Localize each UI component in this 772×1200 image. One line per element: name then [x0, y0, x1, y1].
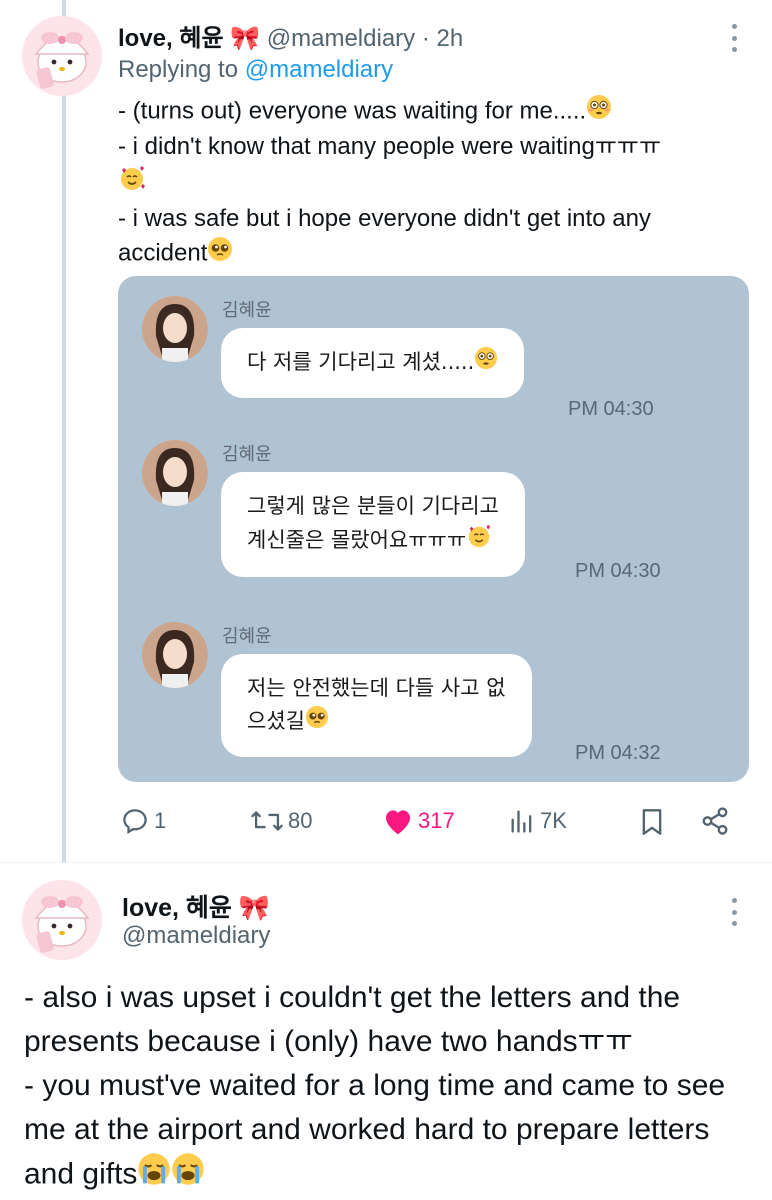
crying-emoji-icon	[171, 1152, 205, 1199]
smiling-hearts-emoji-icon	[118, 164, 146, 202]
tweet-line: - also i was upset i couldn't get the le…	[24, 981, 681, 1058]
heart-icon	[386, 810, 410, 835]
tweet-header: love, 혜윤 🎀 @mameldiary · 2h	[118, 18, 463, 53]
attached-chat-image[interactable]: 김혜윤 다 저를 기다리고 계셨..... PM 04:30 김혜윤 그렇게 많…	[118, 276, 749, 782]
share-icon	[702, 807, 728, 835]
chat-time: PM 04:30	[568, 398, 654, 420]
avatar[interactable]	[22, 880, 102, 960]
pleading-emoji-icon	[207, 236, 233, 272]
reply-count: 1	[154, 808, 167, 833]
tweet-divider	[0, 862, 772, 863]
chat-bubble: 저는 안전했는데 다들 사고 없으셨길	[221, 654, 532, 757]
chat-message-text: 저는 안전했는데 다들 사고 없	[247, 676, 506, 700]
chat-message-text: 그렇게 많은 분들이 기다리고	[247, 494, 499, 518]
tweet-text: - also i was upset i couldn't get the le…	[24, 976, 754, 1199]
handle[interactable]: @mameldiary	[267, 25, 415, 52]
chat-message-text: 계신줄은 몰랐어요ㅠㅠㅠ	[247, 528, 467, 552]
flushed-emoji-icon	[474, 346, 498, 380]
chat-time: PM 04:32	[575, 742, 661, 764]
my-melody-avatar-icon	[22, 16, 102, 96]
like-button[interactable]: 317	[382, 806, 455, 836]
handle[interactable]: @mameldiary	[122, 922, 270, 950]
smiling-hearts-emoji-icon	[466, 523, 492, 559]
chat-avatar	[142, 296, 208, 362]
share-button[interactable]	[700, 806, 730, 836]
views-button[interactable]: 7K	[508, 806, 567, 836]
chat-avatar	[142, 440, 208, 506]
flushed-emoji-icon	[586, 94, 612, 130]
tweet-line: - i was safe but i hope everyone didn't …	[118, 205, 651, 267]
bookmark-button[interactable]	[638, 806, 666, 838]
reply-button[interactable]: 1	[120, 806, 166, 836]
retweet-icon	[251, 811, 283, 831]
bookmark-icon	[642, 809, 662, 835]
retweet-button[interactable]: 80	[250, 806, 312, 836]
tweet-line: - i didn't know that many people were wa…	[118, 133, 662, 160]
view-count: 7K	[540, 808, 567, 833]
crying-emoji-icon	[137, 1152, 171, 1199]
chat-bubble: 다 저를 기다리고 계셨.....	[221, 328, 525, 398]
more-icon[interactable]	[731, 898, 737, 926]
display-name[interactable]: love, 혜윤 🎀	[122, 888, 270, 924]
replying-to: Replying to @mameldiary	[118, 56, 393, 84]
chat-sender-name: 김혜윤	[222, 626, 272, 647]
ribbon-emoji: 🎀	[230, 25, 261, 52]
tweet-text: - (turns out) everyone was waiting for m…	[118, 94, 738, 272]
tweet-actions: 1 80 317 7K	[118, 806, 748, 840]
chat-avatar	[142, 622, 208, 688]
chat-message-text: 으셨길	[247, 709, 305, 733]
avatar[interactable]	[22, 16, 102, 96]
replying-mention[interactable]: @mameldiary	[245, 56, 393, 83]
more-icon[interactable]	[731, 24, 737, 52]
like-count: 317	[418, 808, 455, 833]
chat-time: PM 04:30	[575, 560, 661, 582]
timestamp[interactable]: · 2h	[422, 25, 463, 52]
reply-icon	[123, 809, 147, 835]
chat-sender-name: 김혜윤	[222, 444, 272, 465]
pleading-emoji-icon	[305, 705, 329, 739]
chat-message-text: 다 저를 기다리고 계셨.....	[247, 350, 475, 374]
display-name-text: love, 혜윤	[122, 894, 232, 922]
replying-prefix: Replying to	[118, 56, 239, 83]
thread-line	[62, 0, 66, 862]
chat-sender-name: 김혜윤	[222, 300, 272, 321]
tweet-line: - you must've waited for a long time and…	[24, 1069, 726, 1191]
retweet-count: 80	[288, 808, 313, 833]
tweet-line: - (turns out) everyone was waiting for m…	[118, 97, 587, 125]
chat-bubble: 그렇게 많은 분들이 기다리고계신줄은 몰랐어요ㅠㅠㅠ	[221, 472, 525, 577]
ribbon-emoji: 🎀	[238, 894, 271, 922]
my-melody-avatar-icon	[22, 880, 102, 960]
display-name[interactable]: love, 혜윤	[118, 25, 224, 52]
views-icon	[511, 810, 532, 833]
